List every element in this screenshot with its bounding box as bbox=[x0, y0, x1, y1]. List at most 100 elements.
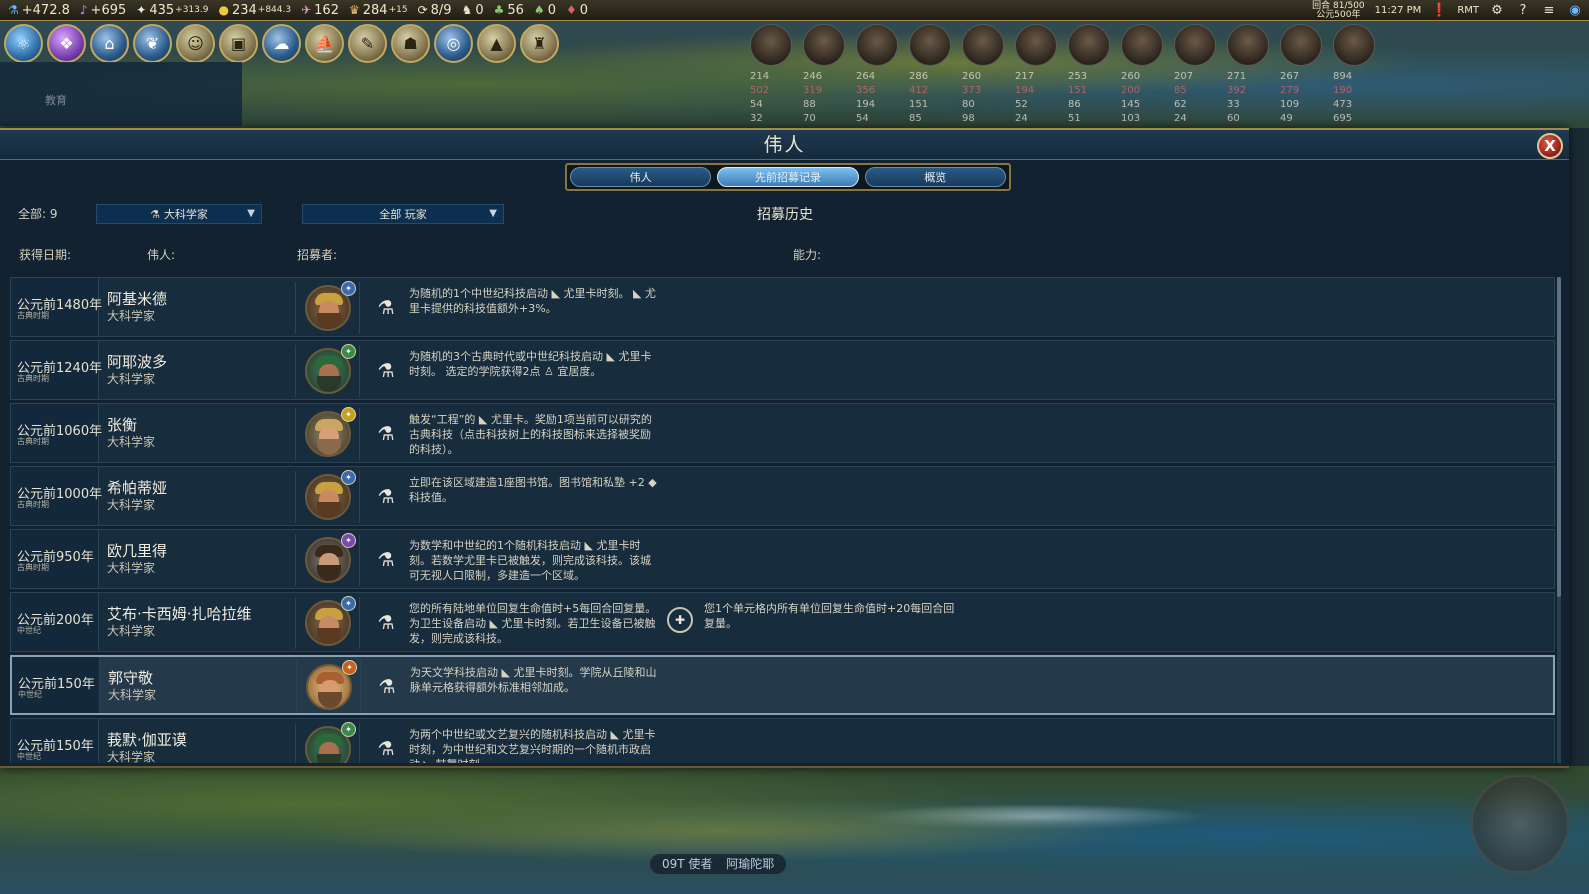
date-cell: 公元前1480年 古典时期 bbox=[11, 278, 102, 336]
list-scrollbar[interactable] bbox=[1557, 277, 1561, 763]
great-works-icon[interactable]: ❦ bbox=[133, 24, 172, 63]
ability-text: 为天文学科技启动 ◣ 尤里卡时刻。学院从丘陵和山脉单元格获得额外标准相邻加成。 bbox=[410, 666, 657, 694]
leader-face bbox=[1068, 24, 1110, 66]
date-cell: 公元前1240年 古典时期 bbox=[11, 341, 102, 399]
leader-portrait[interactable]: 271 392 33 60 bbox=[1227, 24, 1274, 126]
civ-badge: ✦ bbox=[341, 281, 356, 296]
strategic-resource-2[interactable]: ♣ 56 bbox=[494, 3, 524, 18]
list-item[interactable]: 公元前950年 古典时期 欧几里得 大科学家 ✦ ⚗ 为数学和中世纪的1个随机科技… bbox=[10, 529, 1555, 589]
gear-icon[interactable]: ⚙ bbox=[1489, 3, 1505, 19]
ability-text: 您的所有陆地单位回复生命值时+5每回合回复量。为卫生设备启动 ◣ 尤里卡时刻。若… bbox=[409, 602, 657, 645]
favor-icon: ♛ bbox=[348, 3, 360, 17]
leader-portrait[interactable]: 264 356 194 54 bbox=[856, 24, 903, 126]
ability-text: 为数学和中世纪的1个随机科技启动 ◣ 尤里卡时刻。若数学尤里卡已被触发，则完成该… bbox=[409, 539, 651, 582]
great-scientist-icon: ⚗ bbox=[377, 738, 395, 760]
world-congress-icon[interactable]: ◎ bbox=[434, 24, 473, 63]
leader-portrait[interactable]: 260 200 145 103 bbox=[1121, 24, 1168, 126]
great-person-type-dropdown[interactable]: ⚗ 大科学家 ▼ bbox=[96, 204, 262, 224]
left-side-tab[interactable]: 教育 bbox=[0, 62, 242, 126]
leader-face bbox=[1174, 24, 1216, 66]
culture-icon: ♪ bbox=[79, 3, 88, 17]
menu-icon[interactable]: ≡ bbox=[1541, 3, 1557, 19]
leader-portrait[interactable]: 207 85 62 24 bbox=[1174, 24, 1221, 126]
list-item[interactable]: 公元前200年 中世纪 艾布·卡西姆·扎哈拉维 大科学家 ✦ ⚗ 您的所有陆地单位… bbox=[10, 592, 1555, 652]
leader-portrait[interactable]: 214 502 54 32 bbox=[750, 24, 797, 126]
list-item[interactable]: 公元前1000年 古典时期 希帕蒂娅 大科学家 ✦ ⚗ 立即在该区域建造1座图书馆… bbox=[10, 466, 1555, 526]
header-person: 伟人: bbox=[147, 248, 176, 262]
leader-portrait[interactable]: 253 151 86 51 bbox=[1068, 24, 1115, 126]
leader-portrait[interactable]: 260 373 80 98 bbox=[962, 24, 1009, 126]
tourism-icon: ✈ bbox=[301, 3, 312, 17]
tab-previous-recruited[interactable]: 先前招募记录 bbox=[717, 167, 859, 187]
great-scientist-icon: ⚗ bbox=[377, 612, 395, 634]
horses-icon: ♞ bbox=[461, 3, 473, 17]
espionage-icon[interactable]: ☗ bbox=[391, 24, 430, 63]
leader-portrait[interactable]: 894 190 473 695 bbox=[1333, 24, 1380, 126]
leader-face bbox=[1015, 24, 1057, 66]
strategic-resource-3[interactable]: ♠ 0 bbox=[534, 3, 556, 18]
player-filter-dropdown[interactable]: 全部 玩家 ▼ bbox=[302, 204, 504, 224]
leader-face bbox=[1227, 24, 1269, 66]
ability-text: 为随机的3个古典时代或中世纪科技启动 ◣ 尤里卡时刻。 选定的学院获得2点 ♙ … bbox=[409, 350, 652, 378]
list-item[interactable]: 公元前1060年 古典时期 张衡 大科学家 ✦ ⚗ 触发“工程”的 ◣ 尤里卡。奖… bbox=[10, 403, 1555, 463]
leader-portrait[interactable]: 217 194 52 24 bbox=[1015, 24, 1062, 126]
scientist-icon: ⚗ bbox=[150, 207, 160, 221]
faith-yield[interactable]: ✦ 435 +313.9 bbox=[136, 3, 208, 18]
civilopedia-icon[interactable]: ◉ bbox=[1567, 3, 1583, 19]
list-item[interactable]: 公元前1240年 古典时期 阿耶波多 大科学家 ✦ ⚗ 为随机的3个古典时代或中世… bbox=[10, 340, 1555, 400]
great-people-icon[interactable]: ☺ bbox=[176, 24, 215, 63]
city-banner[interactable]: 09T 使者 阿瑜陀耶 bbox=[650, 854, 787, 874]
culture-lens-icon[interactable]: ❖ bbox=[47, 24, 86, 63]
leader-portrait[interactable]: 246 319 88 70 bbox=[803, 24, 850, 126]
gold-yield[interactable]: ● 234 +844.3 bbox=[218, 3, 291, 18]
science-lens-icon[interactable]: ⚛ bbox=[4, 24, 43, 63]
leader-portrait[interactable]: 267 279 109 49 bbox=[1280, 24, 1327, 126]
leader-face bbox=[962, 24, 1004, 66]
person-type: 大科学家 bbox=[107, 750, 156, 763]
leader-face bbox=[1333, 24, 1375, 66]
favor-yield[interactable]: ♛ 284 +15 bbox=[349, 3, 408, 18]
scrollbar-thumb[interactable] bbox=[1557, 277, 1561, 597]
filter-row: 全部: 9 ⚗ 大科学家 ▼ 全部 玩家 ▼ 招募历史 bbox=[0, 202, 1569, 226]
leader-portrait[interactable]: 286 412 151 85 bbox=[909, 24, 956, 126]
close-button[interactable]: X bbox=[1537, 133, 1563, 159]
faith-icon: ✦ bbox=[136, 3, 147, 17]
religion-icon[interactable]: ▣ bbox=[219, 24, 258, 63]
map-bottom[interactable]: 09T 使者 阿瑜陀耶 bbox=[0, 766, 1589, 894]
science-icon: ⚗ bbox=[8, 3, 19, 17]
great-scientist-icon: ⚗ bbox=[377, 297, 395, 319]
left-tab-label: 教育 bbox=[45, 94, 67, 107]
government-lens-icon[interactable]: ⌂ bbox=[90, 24, 129, 63]
tab-overview[interactable]: 概览 bbox=[864, 167, 1006, 187]
rmt-label[interactable]: RMT bbox=[1457, 5, 1479, 16]
list-item[interactable]: 公元前1480年 古典时期 阿基米德 大科学家 ✦ ⚗ 为随机的1个中世纪科技启动… bbox=[10, 277, 1555, 337]
list-item-selected[interactable]: 公元前150年 中世纪 郭守敬 大科学家 ✦ ⚗ 为天文学科技启动 ◣ 尤里卡时刻… bbox=[10, 655, 1555, 715]
culture-yield[interactable]: ♪ +695 bbox=[80, 3, 126, 18]
rankings-icon[interactable]: ▲ bbox=[477, 24, 516, 63]
tourism-yield[interactable]: ✈ 162 bbox=[301, 3, 339, 18]
person-type: 大科学家 bbox=[107, 624, 156, 638]
strategic-resource-4[interactable]: ♦ 0 bbox=[566, 3, 588, 18]
person-name: 阿耶波多 bbox=[107, 353, 168, 371]
trade-routes-icon[interactable]: ⛵ bbox=[305, 24, 344, 63]
coal-icon: ♦ bbox=[565, 3, 577, 17]
person-name: 欧几里得 bbox=[107, 542, 168, 560]
unit-action-gear[interactable] bbox=[1470, 774, 1570, 874]
climate-icon[interactable]: ☁ bbox=[262, 24, 301, 63]
date-cell: 公元前1060年 古典时期 bbox=[11, 404, 102, 462]
date-cell: 公元前150年 中世纪 bbox=[11, 719, 99, 763]
help-icon[interactable]: ? bbox=[1515, 3, 1531, 19]
timeline-icon[interactable]: ♜ bbox=[520, 24, 559, 63]
list-item[interactable]: 公元前150年 中世纪 莪默·伽亚谟 大科学家 ✦ ⚗ 为两个中世纪或文艺复兴的随… bbox=[10, 718, 1555, 763]
recruit-history-list[interactable]: 公元前1480年 古典时期 阿基米德 大科学家 ✦ ⚗ 为随机的1个中世纪科技启动… bbox=[10, 277, 1555, 763]
gossip-icon[interactable]: ✎ bbox=[348, 24, 387, 63]
science-yield[interactable]: ⚗ +472.8 bbox=[8, 3, 70, 18]
heal-ability-icon: ✚ bbox=[667, 607, 693, 633]
tab-great-people[interactable]: 伟人 bbox=[570, 167, 712, 187]
strategic-resource-1[interactable]: ♞ 0 bbox=[462, 3, 484, 18]
ability-text: 为随机的1个中世纪科技启动 ◣ 尤里卡时刻。 ◣ 尤里卡提供的科技值额外+3%。 bbox=[409, 287, 656, 315]
header-ability: 能力: bbox=[793, 248, 822, 262]
iron-icon: ♣ bbox=[493, 3, 505, 17]
trade-routes[interactable]: ⟳ 8/9 bbox=[418, 3, 452, 18]
notification-icon[interactable]: ❗ bbox=[1431, 3, 1447, 19]
